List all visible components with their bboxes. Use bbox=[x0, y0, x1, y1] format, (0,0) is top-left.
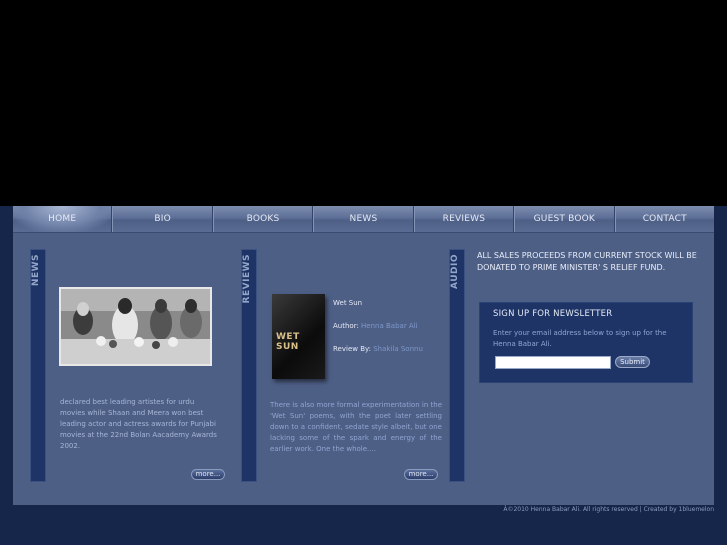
nav-contact[interactable]: CONTACT bbox=[614, 206, 714, 232]
news-photo-image bbox=[61, 289, 210, 364]
reviews-section-label: REVIEWS bbox=[242, 254, 252, 304]
content-panel: NEWS declared best leading artistes for … bbox=[13, 233, 714, 505]
book-author-row: Author: Henna Babar Ali bbox=[333, 322, 423, 330]
nav-news[interactable]: NEWS bbox=[313, 206, 414, 232]
newsletter-box: SIGN UP FOR NEWSLETTER Enter your email … bbox=[479, 302, 693, 383]
sales-notice: ALL SALES PROCEEDS FROM CURRENT STOCK WI… bbox=[477, 251, 697, 272]
book-cover-title: WET SUN bbox=[276, 332, 300, 352]
author-label: Author: bbox=[333, 322, 359, 330]
reviewer-label: Review By: bbox=[333, 345, 371, 353]
news-section-bar: NEWS bbox=[30, 249, 46, 482]
book-cover-image[interactable]: WET SUN bbox=[272, 294, 325, 379]
news-section-label: NEWS bbox=[31, 254, 41, 287]
nav-bio[interactable]: BIO bbox=[112, 206, 213, 232]
nav-reviews[interactable]: REVIEWS bbox=[413, 206, 515, 232]
audio-section-label: AUDIO bbox=[450, 254, 460, 289]
audio-section-bar: AUDIO bbox=[449, 249, 465, 482]
reviews-more-button[interactable]: more... bbox=[404, 469, 438, 480]
nav-home[interactable]: HOME bbox=[13, 206, 113, 232]
reviews-section-bar: REVIEWS bbox=[241, 249, 257, 482]
newsletter-title: SIGN UP FOR NEWSLETTER bbox=[493, 309, 613, 319]
nav-guest-book[interactable]: GUEST BOOK bbox=[514, 206, 615, 232]
footer-copyright: Â©2010 Henna Babar Ali. All rights reser… bbox=[503, 506, 714, 513]
newsletter-email-input[interactable] bbox=[495, 356, 611, 369]
news-more-button[interactable]: more... bbox=[191, 469, 225, 480]
book-title: Wet Sun bbox=[333, 299, 363, 307]
nav-books[interactable]: BOOKS bbox=[212, 206, 314, 232]
newsletter-description: Enter your email address below to sign u… bbox=[493, 329, 667, 348]
main-nav: HOME BIO BOOKS NEWS REVIEWS GUEST BOOK C… bbox=[13, 206, 714, 233]
book-reviewer-row: Review By: Shakila Sonnu bbox=[333, 345, 423, 353]
news-excerpt: declared best leading artistes for urdu … bbox=[60, 398, 217, 450]
review-excerpt: There is also more formal experimentatio… bbox=[270, 401, 442, 453]
header-banner bbox=[0, 0, 727, 206]
book-info: Wet Sun Author: Henna Babar Ali Review B… bbox=[333, 299, 423, 368]
newsletter-submit-button[interactable]: Submit bbox=[615, 356, 650, 368]
news-photo bbox=[59, 287, 212, 366]
reviewer-link[interactable]: Shakila Sonnu bbox=[373, 345, 423, 353]
author-link[interactable]: Henna Babar Ali bbox=[361, 322, 418, 330]
